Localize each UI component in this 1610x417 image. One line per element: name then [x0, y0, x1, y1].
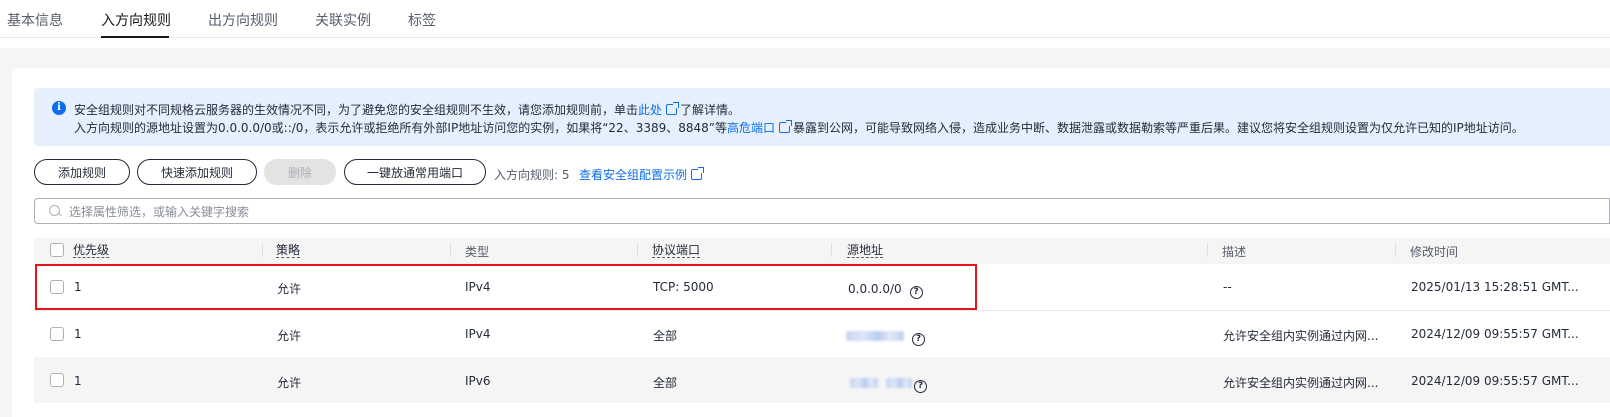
filter-search-box[interactable]	[34, 198, 1610, 224]
column-header-modified-time: 修改时间	[1410, 245, 1459, 259]
table-row	[34, 264, 1610, 310]
cell-type: IPv6	[465, 374, 491, 388]
cell-description: 允许安全组内实例通过内网...	[1223, 329, 1379, 343]
inbound-rule-count: 入方向规则: 5	[494, 168, 570, 182]
tab-associated-instances[interactable]: 关联实例	[315, 10, 371, 30]
cell-source: ?	[850, 376, 927, 393]
column-header-description: 描述	[1222, 245, 1247, 259]
alert-line-1-text: 安全组规则对不同规格云服务器的生效情况不同，为了避免您的安全组规则不生效，请您添…	[74, 103, 639, 117]
tab-inbound-rules[interactable]: 入方向规则	[101, 10, 171, 30]
cell-policy: 允许	[277, 376, 302, 390]
cell-port: TCP: 5000	[653, 280, 714, 294]
cell-priority: 1	[74, 327, 82, 341]
cell-type: IPv4	[465, 280, 491, 294]
cell-type: IPv4	[465, 327, 491, 341]
redacted-source-address	[886, 378, 912, 388]
cell-modified-time: 2025/01/13 15:28:51 GMT...	[1411, 280, 1579, 294]
cell-policy: 允许	[277, 282, 302, 296]
external-link-icon	[779, 120, 792, 133]
column-separator[interactable]	[450, 243, 451, 257]
cell-port: 全部	[653, 376, 678, 390]
table-header	[34, 238, 1610, 264]
row-checkbox[interactable]	[50, 280, 64, 294]
view-config-example-label: 查看安全组配置示例	[579, 168, 688, 182]
external-link-icon	[691, 167, 705, 180]
row-checkbox[interactable]	[50, 327, 64, 341]
cell-priority: 1	[74, 374, 82, 388]
delete-button[interactable]: 删除	[264, 159, 336, 185]
alert-line-2-text: 入方向规则的源地址设置为0.0.0.0/0或::/0，表示允许或拒绝所有外部IP…	[74, 121, 727, 135]
column-separator[interactable]	[637, 243, 638, 257]
column-header-policy[interactable]: 策略	[276, 243, 301, 258]
column-header-source[interactable]: 源地址	[847, 243, 884, 258]
alert-details-link[interactable]: 此处	[638, 103, 662, 117]
source-address: 0.0.0.0/0	[848, 282, 902, 296]
info-icon: i	[52, 101, 66, 115]
cell-description: --	[1223, 280, 1232, 294]
alert-line-2: 入方向规则的源地址设置为0.0.0.0/0或::/0，表示允许或拒绝所有外部IP…	[74, 119, 1524, 136]
redacted-source-address	[846, 331, 904, 341]
cell-priority: 1	[74, 280, 82, 294]
column-separator[interactable]	[1207, 243, 1208, 257]
tab-outbound-rules[interactable]: 出方向规则	[208, 10, 278, 30]
cell-modified-time: 2024/12/09 09:55:57 GMT...	[1411, 327, 1579, 341]
cell-description: 允许安全组内实例通过内网...	[1223, 376, 1379, 390]
view-config-example-link[interactable]: 查看安全组配置示例	[579, 166, 705, 183]
cell-modified-time: 2024/12/09 09:55:57 GMT...	[1411, 374, 1579, 388]
cell-source: 0.0.0.0/0?	[848, 282, 923, 299]
cell-source: ?	[846, 329, 925, 346]
alert-line-2-suffix: 暴露到公网，可能导致网络入侵，造成业务中断、数据泄露或数据勒索等严重后果。建议您…	[793, 121, 1524, 135]
tab-tags[interactable]: 标签	[408, 10, 436, 30]
search-icon	[49, 205, 60, 216]
question-mark-icon[interactable]: ?	[909, 286, 923, 299]
question-mark-icon[interactable]: ?	[914, 380, 927, 393]
tab-divider	[0, 37, 1610, 38]
column-header-port[interactable]: 协议端口	[652, 243, 701, 258]
column-separator[interactable]	[1395, 243, 1396, 257]
alert-line-1: 安全组规则对不同规格云服务器的生效情况不同，为了避免您的安全组规则不生效，请您添…	[74, 101, 740, 118]
cell-policy: 允许	[277, 329, 302, 343]
open-common-ports-button[interactable]: 一键放通常用端口	[344, 159, 486, 185]
row-checkbox[interactable]	[50, 373, 64, 387]
tab-basic-info[interactable]: 基本信息	[7, 10, 63, 30]
question-mark-icon[interactable]: ?	[912, 333, 925, 346]
quick-add-rule-button[interactable]: 快速添加规则	[137, 159, 257, 185]
add-rule-button[interactable]: 添加规则	[34, 159, 130, 185]
alert-line-1-suffix: 了解详情。	[680, 103, 741, 117]
column-header-type: 类型	[465, 245, 490, 259]
active-tab-indicator	[101, 36, 169, 38]
external-link-icon	[666, 102, 680, 115]
select-all-checkbox[interactable]	[50, 243, 64, 257]
column-separator[interactable]	[262, 243, 263, 257]
column-separator[interactable]	[831, 243, 832, 257]
cell-port: 全部	[653, 329, 678, 343]
high-risk-ports-link[interactable]: 高危端口	[727, 121, 775, 135]
column-header-priority[interactable]: 优先级	[73, 243, 110, 258]
redacted-source-address	[850, 378, 878, 388]
search-input[interactable]	[67, 202, 671, 222]
